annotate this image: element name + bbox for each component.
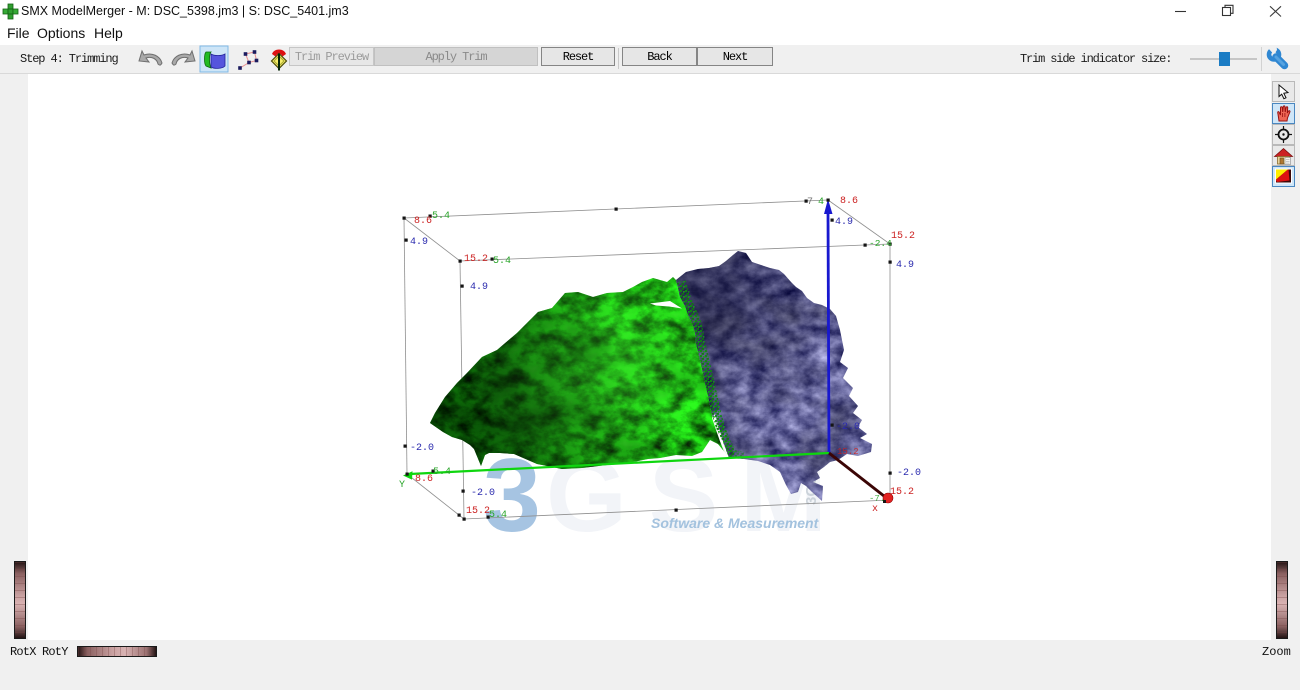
svg-text:-2.4: -2.4 <box>869 238 892 249</box>
svg-text:4.9: 4.9 <box>896 260 914 271</box>
svg-text:5.4: 5.4 <box>433 467 451 478</box>
svg-text:15.2: 15.2 <box>837 447 859 457</box>
svg-text:15.2: 15.2 <box>464 254 488 265</box>
svg-text:-2.0: -2.0 <box>836 422 860 433</box>
svg-text:-2.0: -2.0 <box>897 468 921 479</box>
svg-text:4: 4 <box>818 197 824 208</box>
svg-text:8.6: 8.6 <box>414 216 432 227</box>
svg-text:15.2: 15.2 <box>890 487 914 498</box>
svg-text:-2.0: -2.0 <box>471 488 495 499</box>
svg-text:8.6: 8.6 <box>840 196 858 207</box>
svg-text:-7.: -7. <box>869 494 885 504</box>
svg-text:5.4: 5.4 <box>493 256 511 267</box>
svg-text:15.2: 15.2 <box>466 506 490 517</box>
svg-text:x: x <box>872 504 878 515</box>
svg-text:Y: Y <box>399 480 405 491</box>
svg-text:8.6: 8.6 <box>415 474 433 485</box>
svg-text:15.2: 15.2 <box>891 231 915 242</box>
svg-text:4.9: 4.9 <box>470 282 488 293</box>
svg-text:-2.0: -2.0 <box>410 443 434 454</box>
svg-text:5.4: 5.4 <box>432 211 450 222</box>
svg-text:4.9: 4.9 <box>410 237 428 248</box>
svg-text:5.4: 5.4 <box>489 510 507 521</box>
svg-text:4.9: 4.9 <box>835 217 853 228</box>
svg-text:Software & Measurement: Software & Measurement <box>651 515 820 531</box>
svg-text:7: 7 <box>807 197 813 208</box>
